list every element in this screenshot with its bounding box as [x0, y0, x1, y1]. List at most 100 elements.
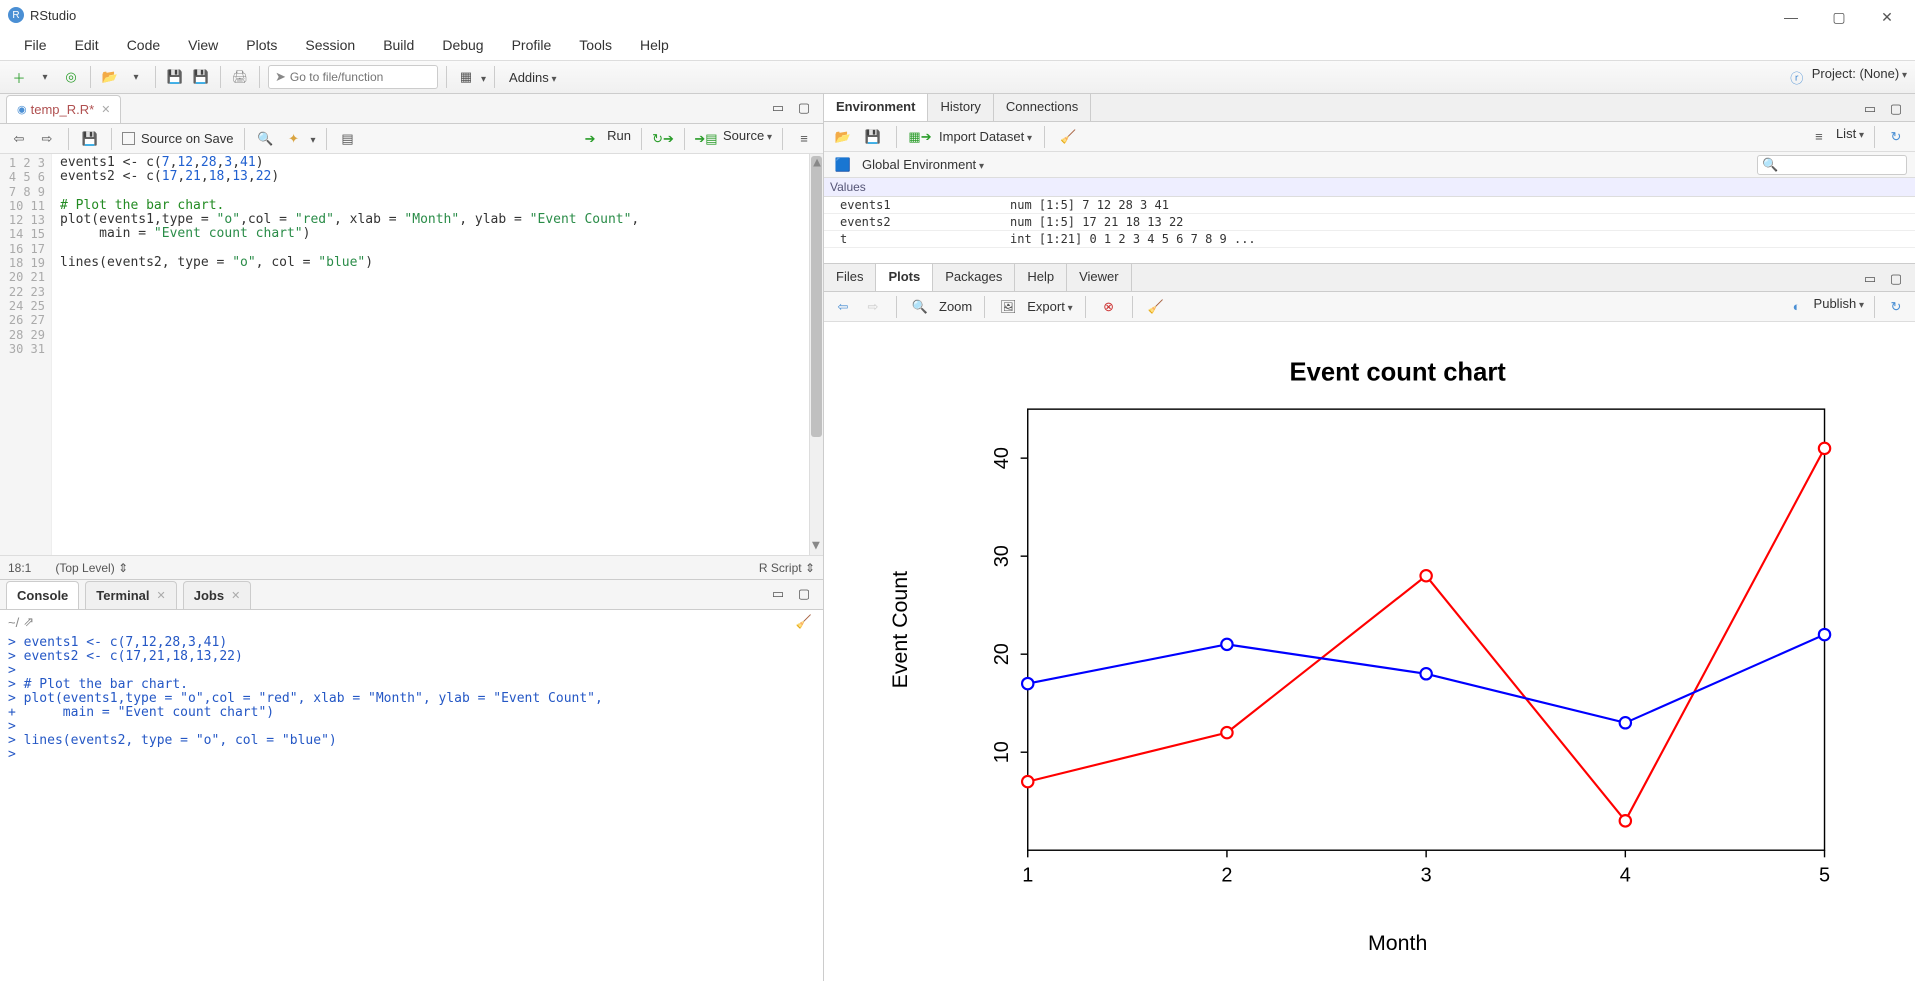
save-icon[interactable]: 💾	[164, 66, 186, 88]
plot-next-icon[interactable]: ⇨	[862, 296, 884, 318]
list-button[interactable]: List	[1836, 126, 1864, 148]
console-tab-jobs[interactable]: Jobs ✕	[183, 581, 252, 609]
project-label[interactable]: Project: (None)	[1812, 66, 1907, 88]
plots-tab-viewer[interactable]: Viewer	[1067, 264, 1132, 291]
new-project-icon[interactable]: ◎	[60, 66, 82, 88]
plots-tab-files[interactable]: Files	[824, 264, 876, 291]
find-icon[interactable]: 🔍	[255, 128, 277, 150]
editor-scrollbar[interactable]: ▼▲	[809, 154, 823, 555]
clear-console-icon[interactable]: 🧹	[793, 611, 815, 633]
partition-icon[interactable]: ▭	[767, 583, 789, 605]
maximize-plot-icon[interactable]: ▢	[1885, 268, 1907, 290]
source-icon[interactable]: ➔▤	[695, 128, 717, 150]
editor-tab-label: temp_R.R*	[31, 102, 95, 117]
zoom-icon[interactable]: 🔍	[909, 296, 931, 318]
close-tab-icon[interactable]: ✕	[101, 103, 110, 116]
minimize-button[interactable]: —	[1779, 9, 1803, 26]
rerun-icon[interactable]: ↻➔	[652, 128, 674, 150]
open-recent-dropdown[interactable]	[125, 66, 147, 88]
editor-tab[interactable]: ◉ temp_R.R* ✕	[6, 95, 121, 123]
publish-icon[interactable]: ◐	[1786, 296, 1808, 318]
outline-icon[interactable]: ≡	[793, 128, 815, 150]
menu-bar: FileEditCodeViewPlotsSessionBuildDebugPr…	[0, 30, 1915, 60]
menu-build[interactable]: Build	[371, 33, 426, 57]
zoom-button[interactable]: Zoom	[939, 299, 972, 314]
forward-icon[interactable]: ⇨	[36, 128, 58, 150]
run-line-icon[interactable]: ➔	[579, 128, 601, 150]
back-icon[interactable]: ⇦	[8, 128, 30, 150]
clear-workspace-icon[interactable]: 🧹	[1057, 126, 1079, 148]
plots-tab-help[interactable]: Help	[1015, 264, 1067, 291]
plots-tab-packages[interactable]: Packages	[933, 264, 1015, 291]
import-dataset-button[interactable]: Import Dataset	[939, 129, 1032, 144]
plots-tab-plots[interactable]: Plots	[876, 264, 933, 291]
svg-text:3: 3	[1421, 865, 1432, 887]
partition-env-icon[interactable]: ▭	[1859, 98, 1881, 120]
menu-view[interactable]: View	[176, 33, 230, 57]
grid-view-icon[interactable]: ▦	[455, 66, 477, 88]
menu-code[interactable]: Code	[115, 33, 172, 57]
load-workspace-icon[interactable]: 📂	[832, 126, 854, 148]
code-area[interactable]: events1 <- c(7,12,28,3,41) events2 <- c(…	[52, 154, 809, 555]
clear-plots-icon[interactable]: 🧹	[1145, 296, 1167, 318]
env-row[interactable]: events1num [1:5] 7 12 28 3 41	[824, 197, 1915, 214]
menu-debug[interactable]: Debug	[430, 33, 495, 57]
export-button[interactable]: Export	[1027, 299, 1072, 314]
env-tab-connections[interactable]: Connections	[994, 94, 1091, 121]
addins-button[interactable]: Addins	[503, 70, 563, 85]
import-dataset-icon[interactable]: ▦➔	[909, 126, 931, 148]
env-search[interactable]: 🔍	[1757, 155, 1907, 175]
export-icon[interactable]: 🖼	[997, 296, 1019, 318]
partition-icon[interactable]: ▭	[767, 97, 789, 119]
env-tab-environment[interactable]: Environment	[824, 94, 928, 121]
env-scope[interactable]: Global Environment	[862, 157, 984, 172]
menu-profile[interactable]: Profile	[500, 33, 564, 57]
save-button[interactable]: 💾	[79, 128, 101, 150]
env-search-input[interactable]	[1778, 158, 1902, 172]
menu-session[interactable]: Session	[293, 33, 367, 57]
menu-plots[interactable]: Plots	[234, 33, 289, 57]
wand-icon[interactable]: ✦	[283, 128, 305, 150]
menu-help[interactable]: Help	[628, 33, 681, 57]
open-file-icon[interactable]: 📂	[99, 66, 121, 88]
run-button[interactable]: Run	[607, 128, 631, 150]
grid-dropdown[interactable]	[481, 70, 486, 85]
print-icon[interactable]: 🖨	[229, 66, 251, 88]
menu-edit[interactable]: Edit	[63, 33, 111, 57]
goto-file-field[interactable]	[290, 70, 431, 84]
console-output[interactable]: > events1 <- c(7,12,28,3,41) > events2 <…	[0, 634, 823, 981]
new-file-icon[interactable]: ＋	[8, 66, 30, 88]
goto-file-input[interactable]: ➤	[268, 65, 438, 89]
code-editor[interactable]: 1 2 3 4 5 6 7 8 9 10 11 12 13 14 15 16 1…	[0, 154, 823, 555]
refresh-plot-icon[interactable]: ↻	[1885, 296, 1907, 318]
env-tab-history[interactable]: History	[928, 94, 993, 121]
report-icon[interactable]: ▤	[337, 128, 359, 150]
refresh-env-icon[interactable]: ↻	[1885, 126, 1907, 148]
menu-tools[interactable]: Tools	[567, 33, 624, 57]
plot-canvas: Event count chart1020304012345MonthEvent…	[851, 338, 1887, 964]
env-row[interactable]: tint [1:21] 0 1 2 3 4 5 6 7 8 9 ...	[824, 231, 1915, 248]
maximize-console-icon[interactable]: ▢	[793, 583, 815, 605]
language-label[interactable]: R Script ⇕	[759, 561, 815, 575]
close-button[interactable]: ✕	[1875, 9, 1899, 26]
save-all-icon[interactable]: 💾	[190, 66, 212, 88]
publish-button[interactable]: Publish	[1814, 296, 1864, 318]
console-tab-console[interactable]: Console	[6, 581, 79, 609]
source-on-save-checkbox[interactable]	[122, 132, 135, 145]
wand-dropdown[interactable]	[311, 131, 316, 146]
env-row[interactable]: events2num [1:5] 17 21 18 13 22	[824, 214, 1915, 231]
list-view-icon[interactable]: ≡	[1808, 126, 1830, 148]
remove-plot-icon[interactable]: ⊗	[1098, 296, 1120, 318]
new-file-dropdown[interactable]	[34, 66, 56, 88]
plot-prev-icon[interactable]: ⇦	[832, 296, 854, 318]
maximize-button[interactable]: ▢	[1827, 9, 1851, 26]
console-tab-terminal[interactable]: Terminal ✕	[85, 581, 176, 609]
maximize-pane-icon[interactable]: ▢	[793, 97, 815, 119]
source-button[interactable]: Source	[723, 128, 772, 150]
scope-label[interactable]: (Top Level) ⇕	[55, 561, 128, 575]
partition-plot-icon[interactable]: ▭	[1859, 268, 1881, 290]
project-icon[interactable]: ⓡ	[1786, 66, 1808, 88]
maximize-env-icon[interactable]: ▢	[1885, 98, 1907, 120]
save-workspace-icon[interactable]: 💾	[862, 126, 884, 148]
menu-file[interactable]: File	[12, 33, 59, 57]
